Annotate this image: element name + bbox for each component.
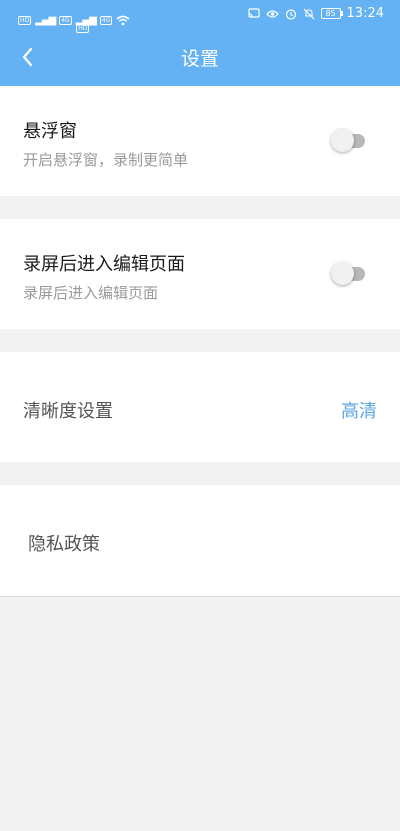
eye-icon <box>265 9 279 18</box>
alarm-icon <box>285 8 296 20</box>
toggle-knob <box>331 129 354 152</box>
status-left: HD ▂▄▆ 4G ▂▄▆ 4G HD <box>18 8 130 33</box>
privacy-policy-label: 隐私政策 <box>28 534 100 555</box>
mute-bell-icon <box>303 8 314 19</box>
edit-after-record-subtitle: 录屏后进入编辑页面 <box>23 284 159 302</box>
battery-icon: 85 <box>320 8 343 19</box>
page-title: 设置 <box>180 48 219 70</box>
edit-after-record-title: 录屏后进入编辑页面 <box>23 254 185 275</box>
status-right: 85 13:24 <box>247 6 384 21</box>
quality-value[interactable]: 高清 <box>341 397 377 423</box>
toggle-knob <box>331 262 354 285</box>
quality-label: 清晰度设置 <box>23 401 113 422</box>
floating-window-subtitle: 开启悬浮窗，录制更简单 <box>23 151 189 169</box>
setting-edit-after-record: 录屏后进入编辑页面 录屏后进入编辑页面 <box>0 219 400 329</box>
setting-privacy-policy[interactable]: 隐私政策 <box>0 485 400 596</box>
floating-window-toggle[interactable] <box>331 129 365 152</box>
setting-quality[interactable]: 清晰度设置 高清 <box>0 352 400 462</box>
edit-after-record-toggle[interactable] <box>331 262 365 285</box>
signal-icon-1: ▂▄▆ <box>35 15 56 26</box>
app-header: HD ▂▄▆ 4G ▂▄▆ 4G HD 85 13:24 设置 <box>0 0 400 86</box>
wifi-icon <box>116 15 130 26</box>
network-label-4g-2: 4G <box>99 16 113 25</box>
list-bottom-divider <box>0 596 400 597</box>
cast-icon <box>247 8 260 18</box>
hd-badge-1: HD <box>18 16 32 25</box>
hd-badge-2: HD <box>76 24 90 33</box>
floating-window-title: 悬浮窗 <box>23 121 77 142</box>
setting-floating-window: 悬浮窗 开启悬浮窗，录制更简单 <box>0 86 400 196</box>
status-time: 13:24 <box>346 6 384 21</box>
status-bar: HD ▂▄▆ 4G ▂▄▆ 4G HD 85 13:24 <box>0 0 400 33</box>
network-label-4g-1: 4G <box>59 16 72 25</box>
